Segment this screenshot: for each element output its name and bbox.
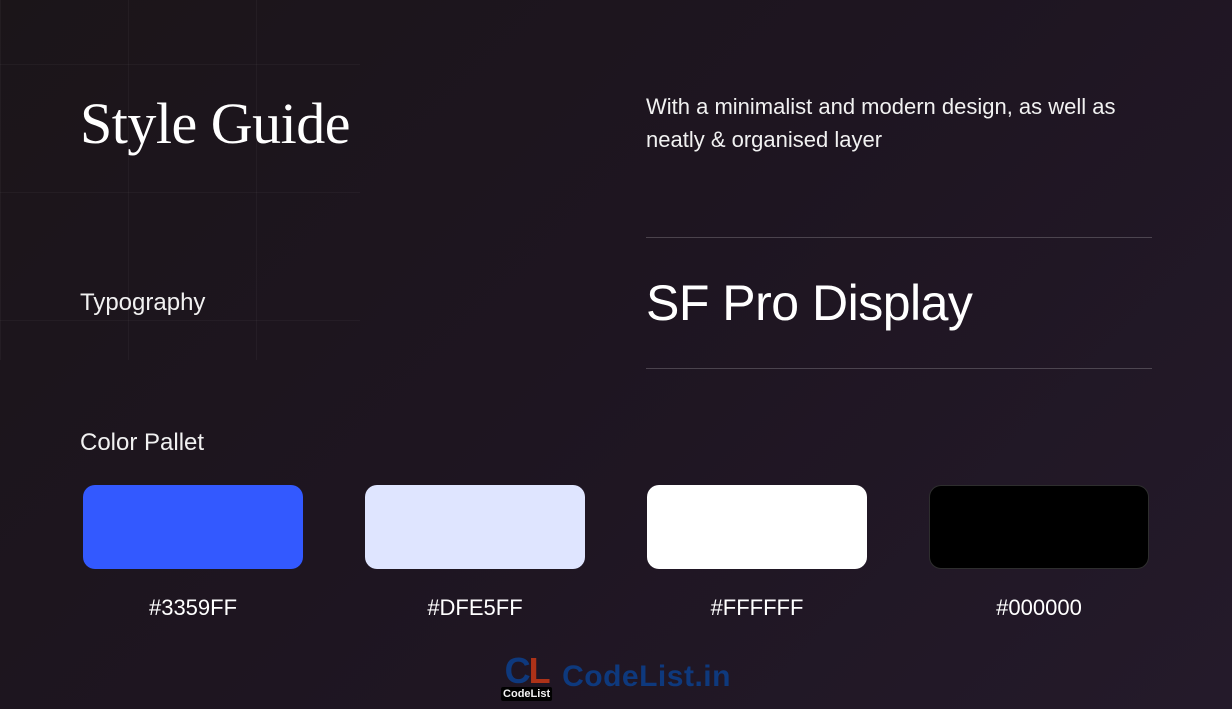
typography-block: SF Pro Display: [646, 237, 1152, 369]
palette-swatches: #3359FF #DFE5FF #FFFFFF #000000: [80, 485, 1152, 621]
watermark: CL CodeList CodeList.in: [501, 653, 731, 701]
swatch-hex: #DFE5FF: [427, 595, 522, 621]
page-description: With a minimalist and modern design, as …: [646, 90, 1152, 156]
color-swatch: [647, 485, 867, 569]
swatch-item: #FFFFFF: [644, 485, 870, 621]
style-guide-panel: Style Guide With a minimalist and modern…: [0, 0, 1232, 621]
palette-label: Color Pallet: [80, 429, 1152, 457]
typography-label: Typography: [80, 289, 586, 317]
watermark-text: CodeList.in: [562, 660, 731, 694]
watermark-logo-icon: CL CodeList: [501, 653, 552, 701]
page-title: Style Guide: [80, 90, 586, 157]
swatch-item: #000000: [926, 485, 1152, 621]
color-swatch: [365, 485, 585, 569]
swatch-hex: #000000: [996, 595, 1082, 621]
swatch-item: #3359FF: [80, 485, 306, 621]
font-name: SF Pro Display: [646, 274, 1152, 332]
color-swatch: [929, 485, 1149, 569]
swatch-hex: #3359FF: [149, 595, 237, 621]
swatch-item: #DFE5FF: [362, 485, 588, 621]
color-swatch: [83, 485, 303, 569]
swatch-hex: #FFFFFF: [711, 595, 804, 621]
